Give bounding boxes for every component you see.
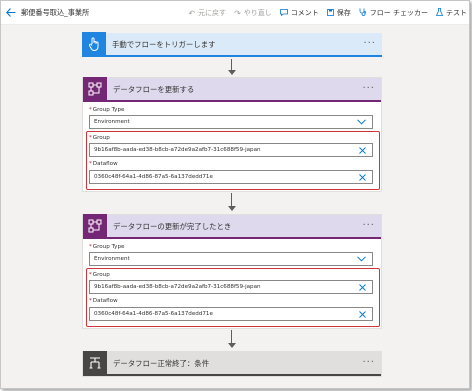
touch-hand-icon: [82, 32, 106, 56]
save-label: 保存: [336, 9, 351, 17]
group-value: 9b16af8b-aada-ed38-b8cb-a72de9a2afb7-31c…: [94, 284, 261, 290]
required-mark: *: [89, 135, 92, 141]
test-label: テスト: [446, 9, 467, 17]
clear-icon[interactable]: [359, 171, 366, 183]
undo-button[interactable]: ↶ 元に戻す: [188, 8, 226, 18]
chevron-down-icon[interactable]: [357, 253, 366, 265]
connector-arrow-icon: [228, 70, 236, 75]
group-type-value: Environment: [94, 119, 130, 125]
required-mark: *: [89, 161, 92, 167]
clear-icon[interactable]: [359, 144, 366, 156]
test-button[interactable]: テスト: [435, 8, 467, 18]
dataflow-icon: [83, 214, 107, 238]
group-label-text: Group: [92, 135, 110, 141]
dataflow-completed-header[interactable]: データフローの更新が完了したとき ···: [83, 214, 381, 239]
condition-more-button[interactable]: ···: [362, 352, 375, 376]
dataflow-completed-card: データフローの更新が完了したとき ··· *Group Type Environ…: [82, 214, 382, 329]
group-field[interactable]: 9b16af8b-aada-ed38-b8cb-a72de9a2afb7-31c…: [89, 280, 373, 294]
dataflow-completed-more-button[interactable]: ···: [362, 215, 375, 239]
trigger-card[interactable]: 手動でフローをトリガーします ···: [82, 32, 382, 57]
dataflow-label: *Dataflow: [89, 161, 118, 167]
dataflow-value: 0360c48f-64a1-4d86-87a5-6a137dedd71e: [94, 311, 213, 317]
flow-checker-button[interactable]: フロー チェッカー: [359, 8, 428, 18]
stethoscope-icon: [359, 8, 367, 18]
condition-header[interactable]: データフロー正常終了：条件 ···: [83, 351, 381, 376]
group-type-dropdown[interactable]: Environment: [89, 252, 373, 266]
refresh-dataflow-more-button[interactable]: ···: [362, 78, 375, 102]
group-label: *Group: [89, 272, 110, 278]
comment-icon: [279, 8, 288, 18]
group-type-label-text: Group Type: [92, 244, 125, 250]
connector-arrow-icon: [228, 206, 236, 211]
comment-label: コメント: [290, 9, 319, 17]
dataflow-value: 0360c48f-64a1-4d86-87a5-6a137dedd71e: [94, 174, 213, 180]
trigger-more-button[interactable]: ···: [363, 33, 376, 57]
required-mark: *: [89, 298, 92, 304]
refresh-dataflow-header[interactable]: データフローを更新する ···: [83, 77, 381, 102]
clear-icon[interactable]: [359, 308, 366, 320]
group-label-text: Group: [92, 272, 110, 278]
dataflow-field[interactable]: 0360c48f-64a1-4d86-87a5-6a137dedd71e: [89, 170, 373, 184]
dataflow-completed-title: データフローの更新が完了したとき: [113, 221, 232, 231]
undo-label: 元に戻す: [198, 9, 227, 17]
command-bar: 郵便番号取込_事業所 ↶ 元に戻す ↷ やり直し コメント 保存 フロー チェッ…: [1, 1, 469, 25]
required-mark: *: [89, 272, 92, 278]
group-type-label-text: Group Type: [92, 107, 125, 113]
save-icon: [326, 8, 334, 18]
flow-canvas: 手動でフローをトリガーします ··· データフローを更新する ··· *Grou…: [1, 25, 469, 388]
required-mark: *: [89, 244, 92, 250]
condition-title: データフロー正常終了：条件: [113, 358, 210, 368]
refresh-dataflow-card: データフローを更新する ··· *Group Type Environment …: [82, 77, 382, 192]
group-type-dropdown[interactable]: Environment: [89, 115, 373, 129]
group-value: 9b16af8b-aada-ed38-b8cb-a72de9a2afb7-31c…: [94, 147, 261, 153]
redo-label: やり直し: [243, 9, 272, 17]
group-type-value: Environment: [94, 256, 130, 262]
group-field[interactable]: 9b16af8b-aada-ed38-b8cb-a72de9a2afb7-31c…: [89, 143, 373, 157]
connector-line: [231, 330, 232, 344]
flow-checker-label: フロー チェッカー: [369, 9, 428, 17]
redo-icon: ↷: [234, 8, 241, 18]
comment-button[interactable]: コメント: [279, 8, 319, 18]
back-arrow-icon[interactable]: [1, 1, 21, 25]
connector-line: [231, 193, 232, 207]
beaker-icon: [435, 8, 444, 18]
dataflow-label-text: Dataflow: [92, 161, 118, 167]
dataflow-icon: [83, 77, 107, 101]
undo-icon: ↶: [188, 8, 196, 18]
group-type-label: *Group Type: [89, 107, 124, 113]
trigger-title: 手動でフローをトリガーします: [112, 39, 216, 49]
dataflow-label-text: Dataflow: [92, 298, 118, 304]
refresh-dataflow-title: データフローを更新する: [113, 84, 195, 94]
required-mark: *: [89, 107, 92, 113]
flow-editor-window: 郵便番号取込_事業所 ↶ 元に戻す ↷ やり直し コメント 保存 フロー チェッ…: [0, 0, 470, 389]
dataflow-field[interactable]: 0360c48f-64a1-4d86-87a5-6a137dedd71e: [89, 307, 373, 321]
flow-name: 郵便番号取込_事業所: [21, 7, 90, 17]
dataflow-label: *Dataflow: [89, 298, 118, 304]
chevron-down-icon[interactable]: [357, 116, 366, 128]
condition-card: データフロー正常終了：条件 ···: [82, 351, 382, 377]
command-actions: ↶ 元に戻す ↷ やり直し コメント 保存 フロー チェッカー テスト: [188, 1, 467, 25]
clear-icon[interactable]: [359, 281, 366, 293]
condition-icon: [83, 351, 107, 375]
redo-button[interactable]: ↷ やり直し: [234, 8, 272, 18]
group-label: *Group: [89, 135, 110, 141]
connector-arrow-icon: [228, 343, 236, 348]
group-type-label: *Group Type: [89, 244, 124, 250]
save-button[interactable]: 保存: [326, 8, 351, 18]
